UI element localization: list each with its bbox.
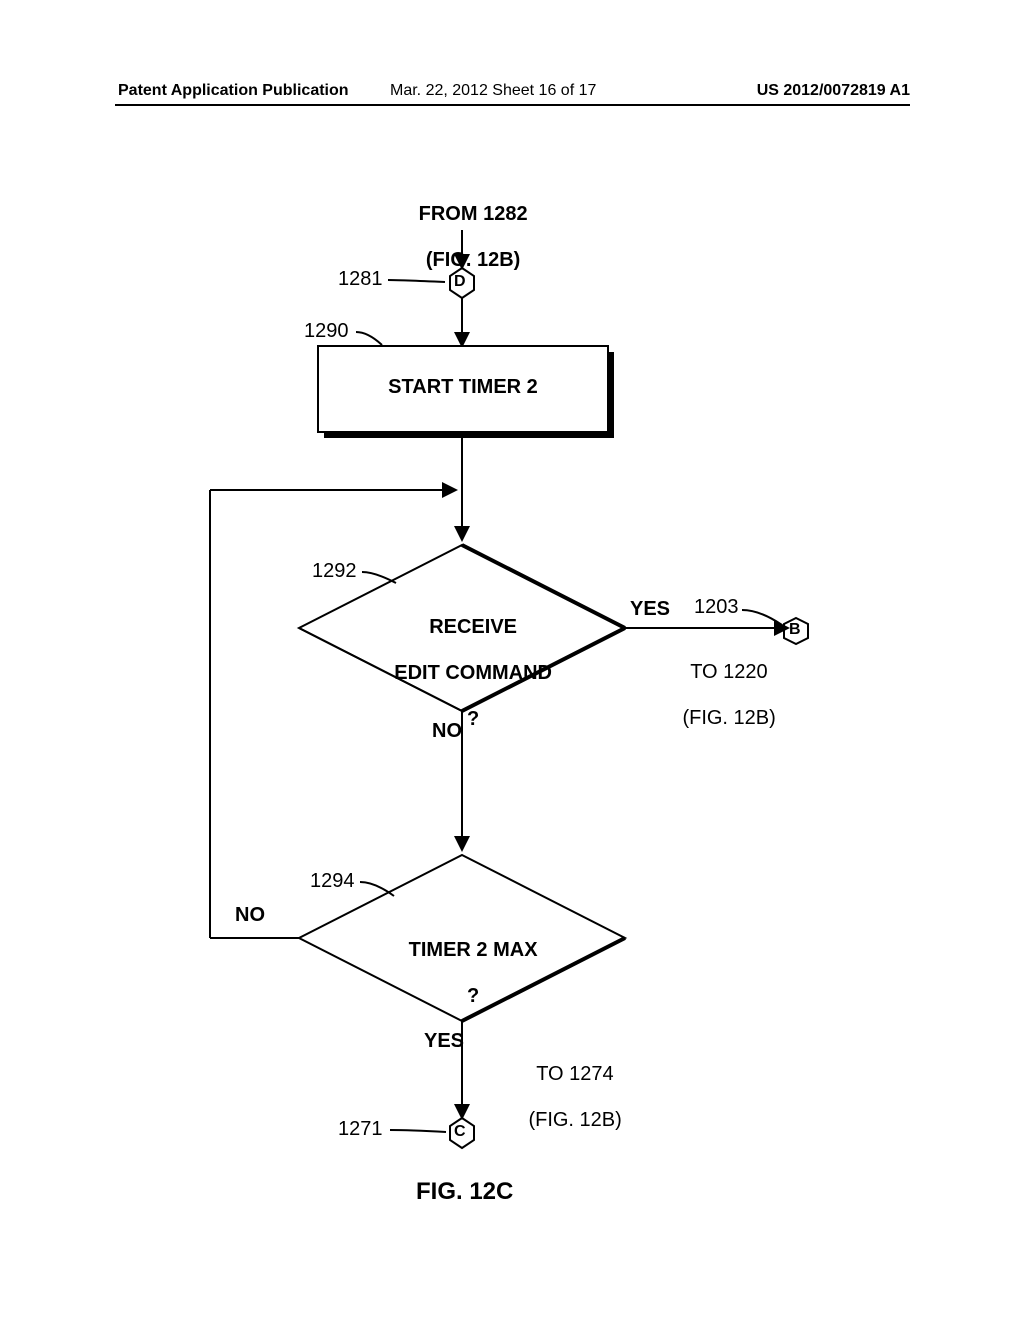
to1274-l1: TO 1274 <box>536 1063 613 1085</box>
no-label-1292: NO <box>432 720 462 743</box>
to1274-l2: (FIG. 12B) <box>528 1109 621 1131</box>
dec1294-l2: ? <box>467 985 479 1007</box>
to-1274-label: TO 1274 (FIG. 12B) <box>494 1040 634 1155</box>
timer2-max-decision-text: TIMER 2 MAX ? <box>352 916 572 1031</box>
ref-1292: 1292 <box>312 560 357 583</box>
dec1292-l1: RECEIVE <box>429 616 517 638</box>
yes-label-1294: YES <box>424 1030 464 1053</box>
to1220-l1: TO 1220 <box>690 661 767 683</box>
ref-1290: 1290 <box>304 320 349 343</box>
dec1294-l1: TIMER 2 MAX <box>409 939 538 961</box>
figure-caption: FIG. 12C <box>416 1178 513 1206</box>
ref-1203: 1203 <box>694 596 739 619</box>
page: Patent Application Publication Mar. 22, … <box>0 0 1024 1320</box>
to1220-l2: (FIG. 12B) <box>682 707 775 729</box>
dec1292-l2: EDIT COMMAND <box>394 662 552 684</box>
connector-c: C <box>454 1123 466 1141</box>
ref-1281: 1281 <box>338 268 383 291</box>
ref-1271: 1271 <box>338 1118 383 1141</box>
yes-label-1292: YES <box>630 598 670 621</box>
no-label-1294: NO <box>235 904 265 927</box>
ref-1294: 1294 <box>310 870 355 893</box>
receive-edit-decision-text: RECEIVE EDIT COMMAND ? <box>352 593 572 754</box>
to-1220-label: TO 1220 (FIG. 12B) <box>648 638 788 753</box>
connector-b: B <box>789 621 801 639</box>
dec1292-l3: ? <box>467 708 479 730</box>
connector-d: D <box>454 273 466 291</box>
start-timer-box-text: START TIMER 2 <box>318 376 608 399</box>
